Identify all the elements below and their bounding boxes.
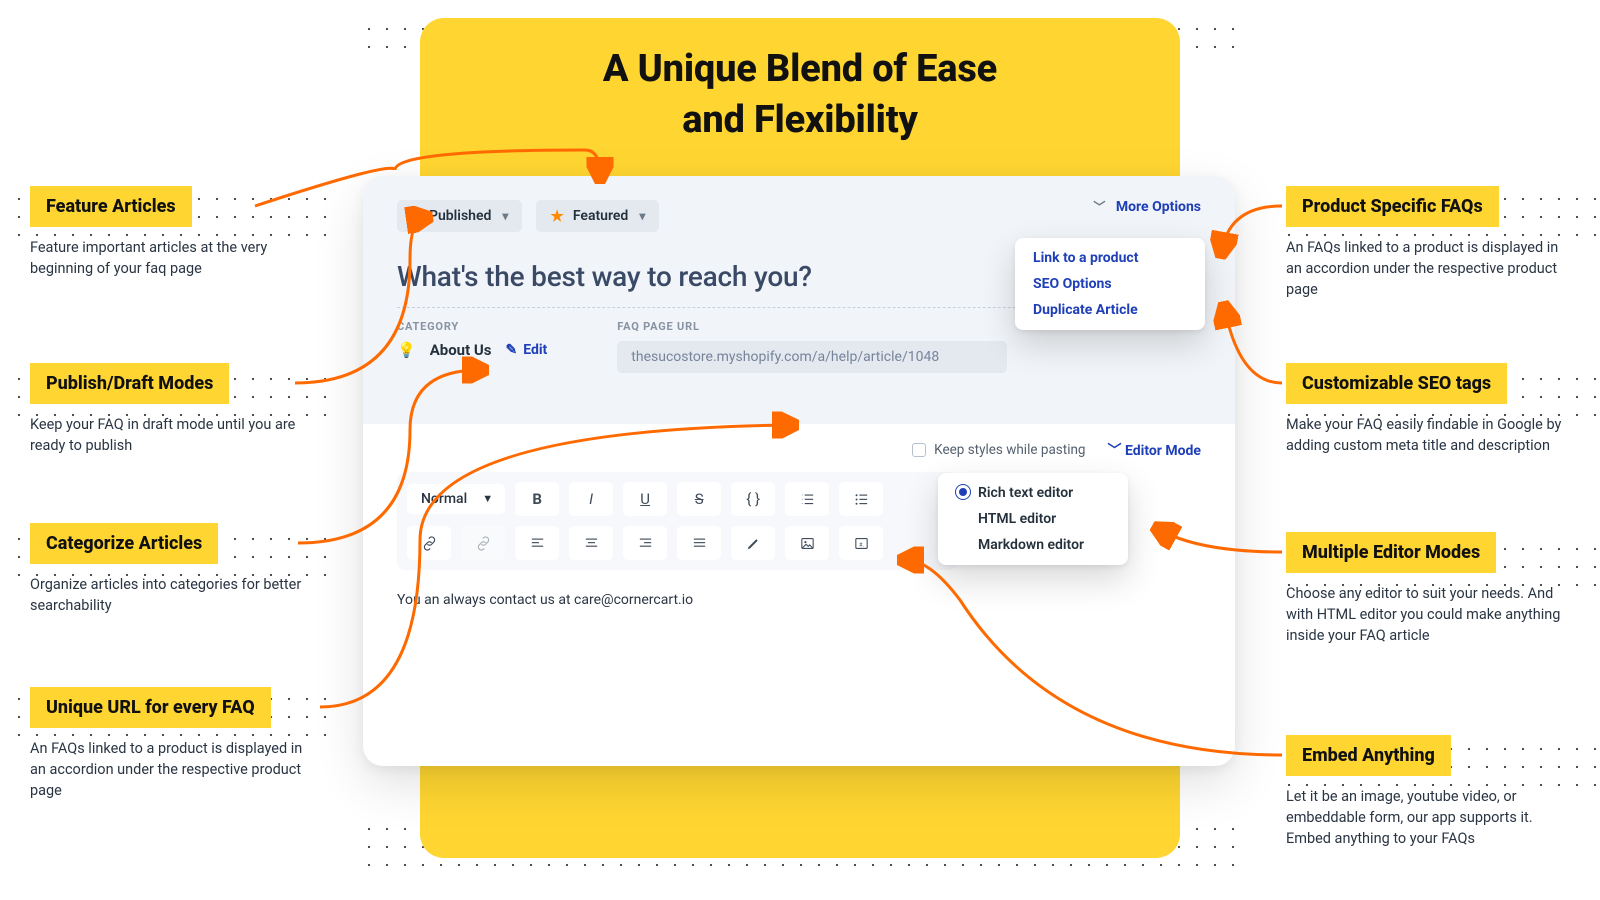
callout-body: An FAQs linked to a product is displayed… [30, 738, 310, 801]
align-right-button[interactable] [623, 526, 667, 560]
published-dot-icon [411, 212, 420, 221]
align-right-icon [637, 535, 654, 552]
star-icon: ★ [550, 207, 563, 225]
callout-title: Unique URL for every FAQ [30, 687, 271, 728]
callout-feature-articles: Feature Articles Feature important artic… [30, 186, 310, 279]
editor-mode-menu: Rich text editor HTML editor Markdown ed… [938, 473, 1128, 565]
menu-duplicate-article[interactable]: Duplicate Article [1033, 302, 1187, 318]
chevron-down-icon: ﹀ [1093, 200, 1105, 214]
hero-title-l1: A Unique Blend of Ease [603, 47, 997, 91]
callout-title: Categorize Articles [30, 523, 218, 564]
callout-product-faqs: Product Specific FAQs An FAQs linked to … [1286, 186, 1566, 300]
link-button[interactable] [407, 526, 451, 560]
hero-title-l2: and Flexibility [682, 98, 917, 142]
callout-title: Product Specific FAQs [1286, 186, 1499, 227]
image-button[interactable] [785, 526, 829, 560]
featured-pill[interactable]: ★ Featured ▾ [536, 200, 659, 232]
keep-styles-checkbox[interactable]: Keep styles while pasting [912, 442, 1085, 458]
published-pill[interactable]: Published ▾ [397, 200, 522, 232]
link-icon [421, 535, 438, 552]
callout-title: Customizable SEO tags [1286, 363, 1507, 404]
callout-title: Multiple Editor Modes [1286, 532, 1496, 573]
hero-title: A Unique Blend of Ease and Flexibility [450, 44, 1150, 147]
embed-button[interactable]: #. [839, 526, 883, 560]
bold-button[interactable]: B [515, 482, 559, 516]
featured-label: Featured [573, 208, 628, 224]
bullet-list-button[interactable] [839, 482, 883, 516]
more-options-button[interactable]: ﹀ More Options [1093, 198, 1201, 215]
align-center-button[interactable] [569, 526, 613, 560]
rich-text-toolbar: Normal ▼ B I U S { } [397, 472, 957, 570]
more-options-menu: Link to a product SEO Options Duplicate … [1015, 238, 1205, 330]
ordered-list-icon [799, 491, 816, 508]
menu-markdown-editor[interactable]: Markdown editor [956, 537, 1110, 553]
callout-body: Choose any editor to suit your needs. An… [1286, 583, 1566, 646]
pencil-icon: ✎ [505, 342, 517, 358]
triangle-down-icon: ▼ [482, 492, 493, 505]
menu-rich-text-editor[interactable]: Rich text editor [956, 485, 1110, 501]
callout-seo-tags: Customizable SEO tags Make your FAQ easi… [1286, 363, 1566, 456]
faq-url-box[interactable]: thesucostore.myshopify.com/a/help/articl… [617, 341, 1007, 373]
callout-title: Publish/Draft Modes [30, 363, 229, 404]
editor-mode-button[interactable]: ﹀ Editor Mode [1108, 440, 1201, 460]
code-button[interactable]: { } [731, 482, 775, 516]
menu-seo-options[interactable]: SEO Options [1033, 276, 1187, 292]
align-center-icon [583, 535, 600, 552]
callout-body: Make your FAQ easily findable in Google … [1286, 414, 1566, 456]
category-label: CATEGORY [397, 320, 547, 333]
keep-styles-label: Keep styles while pasting [934, 442, 1085, 458]
strike-button[interactable]: S [677, 482, 721, 516]
callout-body: Let it be an image, youtube video, or em… [1286, 786, 1566, 849]
callout-embed-anything: Embed Anything Let it be an image, youtu… [1286, 735, 1566, 849]
checkbox-icon [912, 443, 926, 457]
callout-body: Keep your FAQ in draft mode until you ar… [30, 414, 310, 456]
align-left-button[interactable] [515, 526, 559, 560]
chevron-down-icon: ﹀ [1108, 443, 1122, 459]
callout-body: Organize articles into categories for be… [30, 574, 310, 616]
callout-editor-modes: Multiple Editor Modes Choose any editor … [1286, 532, 1566, 646]
callout-body: An FAQs linked to a product is displayed… [1286, 237, 1566, 300]
color-picker-button[interactable] [731, 526, 775, 560]
callout-publish-draft: Publish/Draft Modes Keep your FAQ in dra… [30, 363, 310, 456]
svg-text:#.: #. [859, 542, 864, 548]
url-label: FAQ PAGE URL [617, 320, 1007, 333]
more-options-label: More Options [1116, 199, 1201, 215]
callout-body: Feature important articles at the very b… [30, 237, 310, 279]
category-name: About Us [430, 341, 492, 359]
chevron-down-icon: ▾ [639, 209, 645, 223]
paragraph-style-value: Normal [421, 491, 467, 507]
align-justify-icon [691, 535, 708, 552]
callout-categorize: Categorize Articles Organize articles in… [30, 523, 310, 616]
editor-mode-label: Editor Mode [1125, 443, 1201, 459]
paragraph-style-dropdown[interactable]: Normal ▼ [407, 484, 505, 514]
align-left-icon [529, 535, 546, 552]
edit-category-link[interactable]: ✎ Edit [505, 342, 547, 358]
unlink-icon [475, 535, 492, 552]
chevron-down-icon: ▾ [502, 209, 508, 223]
callout-title: Embed Anything [1286, 735, 1451, 776]
callout-unique-url: Unique URL for every FAQ An FAQs linked … [30, 687, 310, 801]
image-icon [799, 535, 816, 552]
callout-title: Feature Articles [30, 186, 192, 227]
bullet-list-icon [853, 491, 870, 508]
edit-label: Edit [523, 342, 547, 358]
pencil-icon [745, 535, 762, 552]
published-label: Published [429, 208, 491, 224]
underline-button[interactable]: U [623, 482, 667, 516]
ordered-list-button[interactable] [785, 482, 829, 516]
embed-icon: #. [853, 535, 870, 552]
align-justify-button[interactable] [677, 526, 721, 560]
menu-html-editor[interactable]: HTML editor [956, 511, 1110, 527]
unlink-button[interactable] [461, 526, 505, 560]
bulb-icon: 💡 [397, 341, 416, 359]
editor-content[interactable]: You an always contact us at care@cornerc… [397, 592, 1201, 608]
menu-link-to-product[interactable]: Link to a product [1033, 250, 1187, 266]
italic-button[interactable]: I [569, 482, 613, 516]
